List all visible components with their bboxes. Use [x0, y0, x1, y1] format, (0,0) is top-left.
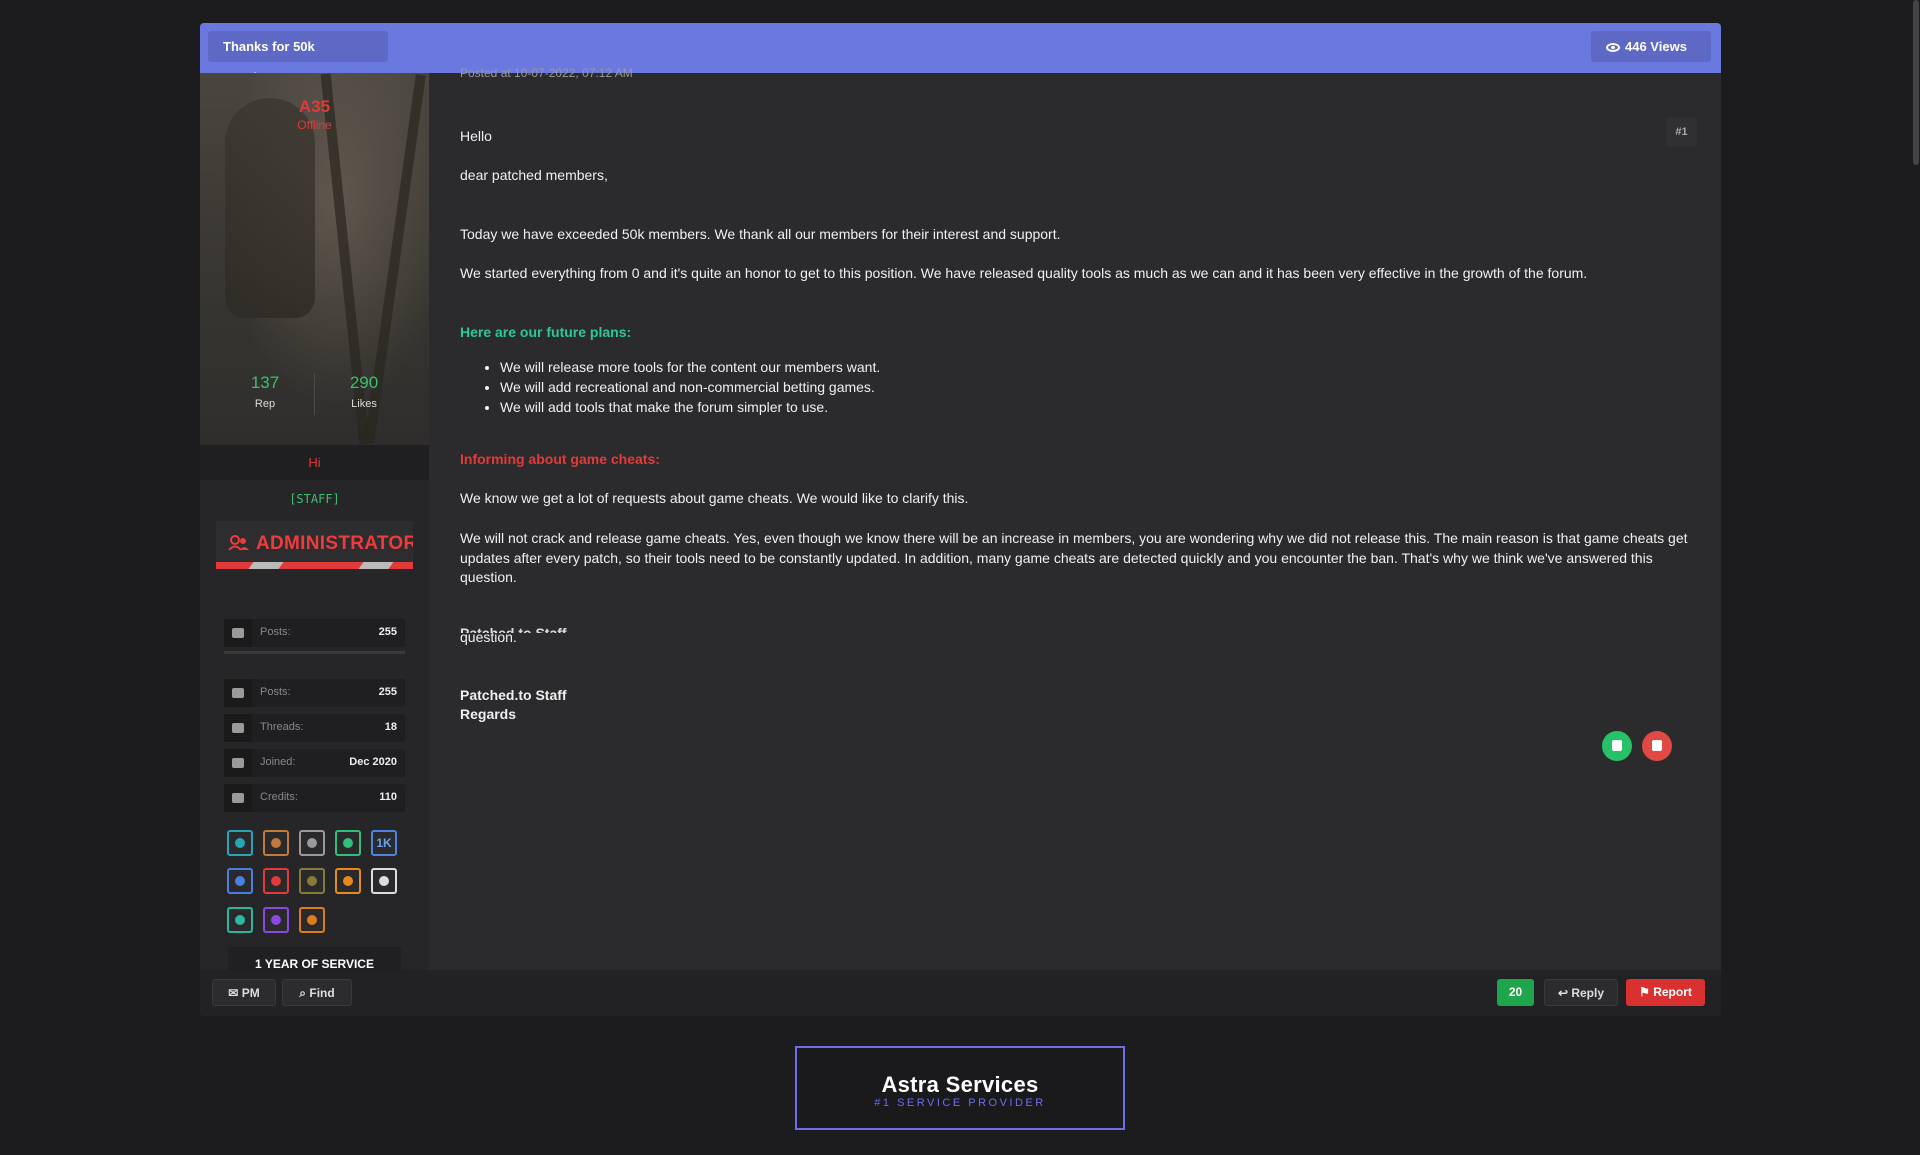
pm-button[interactable]: ✉ PM	[212, 979, 276, 1006]
award-badge[interactable]	[335, 830, 361, 856]
award-badge[interactable]	[299, 868, 325, 894]
cheats-heading: Informing about game cheats:	[460, 451, 660, 467]
crown-red-icon	[271, 876, 281, 886]
folder-icon	[224, 714, 252, 742]
search-icon: ⌕	[299, 986, 310, 1000]
comments-icon	[224, 619, 252, 647]
likes-value: 290	[349, 373, 379, 392]
info-row-threads: Threads: 18	[224, 714, 405, 742]
rank-banner: ADMINISTRATOR	[216, 521, 413, 569]
award-badge[interactable]	[263, 907, 289, 933]
award-badge[interactable]: 1K	[371, 830, 397, 856]
award-badge[interactable]	[227, 907, 253, 933]
list-item: We will add tools that make the forum si…	[500, 397, 880, 417]
keyboard-icon	[235, 876, 245, 886]
coins-icon	[224, 784, 252, 812]
rep-stat[interactable]: 137 Rep	[215, 373, 315, 410]
advertisement-banner[interactable]: Astra Services #1 SERVICE PROVIDER	[795, 1046, 1125, 1130]
info-label: Joined:	[260, 756, 296, 768]
info-row-posts: Posts: 255	[224, 619, 405, 647]
pin-icon	[343, 838, 353, 848]
moon-icon	[307, 838, 317, 848]
online-status: Offline	[297, 118, 332, 132]
info-divider	[224, 651, 405, 654]
find-button[interactable]: ⌕ Find	[282, 979, 352, 1006]
sign-in-icon	[224, 749, 252, 777]
find-label: Find	[309, 986, 335, 1000]
dislike-button[interactable]	[1642, 731, 1672, 761]
user-greeting: Hi	[200, 445, 429, 480]
banner-stripe-accent	[358, 562, 394, 569]
thread-title[interactable]: Thanks for 50k members!	[208, 31, 388, 85]
signature-line: Patched.to Staff	[460, 687, 567, 703]
rep-label: Rep	[254, 398, 276, 410]
greeting-line: Hello	[460, 128, 492, 144]
username[interactable]: A35	[200, 97, 429, 117]
users-icon	[228, 535, 249, 551]
post-number[interactable]: #1	[1666, 117, 1697, 147]
info-label: Posts:	[260, 626, 291, 638]
crown-gold-icon	[307, 876, 317, 886]
globe-icon	[235, 838, 245, 848]
group-tag: [STAFF]	[289, 492, 340, 506]
award-badge[interactable]	[371, 868, 397, 894]
plans-list: We will release more tools for the conte…	[460, 357, 880, 417]
plans-heading: Here are our future plans:	[460, 324, 632, 340]
info-row-credits: Credits: 110	[224, 784, 405, 812]
award-badge[interactable]	[227, 868, 253, 894]
author-sidebar: A35 Offline 137 Rep 290 Likes Hi [STAFF]…	[200, 73, 429, 981]
map-pin-icon	[235, 915, 245, 925]
overlapping-text: question.	[460, 629, 517, 645]
pm-label: PM	[241, 986, 260, 1000]
thumbs-up-icon	[1612, 740, 1622, 751]
snowman-icon	[379, 876, 389, 886]
award-badge[interactable]	[227, 830, 253, 856]
campfire-icon	[307, 915, 317, 925]
gift-icon	[271, 915, 281, 925]
award-badge[interactable]	[299, 830, 325, 856]
info-row-joined: Joined: Dec 2020	[224, 749, 405, 777]
award-badge[interactable]	[263, 830, 289, 856]
paragraph: Today we have exceeded 50k members. We t…	[460, 226, 1061, 242]
info-value: 255	[378, 626, 397, 638]
info-value: 255	[378, 686, 397, 698]
info-label: Threads:	[260, 721, 304, 733]
signature-line: Regards	[460, 706, 517, 722]
info-value: 18	[384, 721, 397, 733]
rank-banner-label: ADMINISTRATOR	[256, 533, 413, 554]
info-label: Posts:	[260, 686, 291, 698]
shield-icon	[271, 838, 281, 848]
like-button[interactable]	[1602, 731, 1632, 761]
comments-icon: ✉	[228, 986, 242, 1000]
comments-icon	[224, 679, 252, 707]
thumbs-down-icon	[1652, 740, 1662, 751]
likes-label: Likes	[351, 398, 377, 410]
award-badge[interactable]	[335, 868, 361, 894]
rep-value: 137	[250, 373, 280, 392]
scrollbar[interactable]	[1912, 0, 1920, 1155]
scrollbar-thumb[interactable]	[1913, 0, 1919, 165]
post-date: Posted at 10-07-2022, 07:12 AM	[460, 66, 633, 80]
paragraph: We know we get a lot of requests about g…	[460, 490, 969, 506]
info-row-posts: Posts: 255	[224, 679, 405, 707]
likes-stat[interactable]: 290 Likes	[314, 373, 414, 410]
info-value: Dec 2020	[349, 756, 397, 768]
salutation-line: dear patched members,	[460, 167, 608, 183]
award-badge[interactable]	[263, 868, 289, 894]
info-value: 110	[379, 791, 397, 803]
list-item: We will add recreational and non-commerc…	[500, 377, 880, 397]
paragraph: We started everything from 0 and it's qu…	[460, 265, 1588, 281]
paragraph: We will not crack and release game cheat…	[460, 530, 1688, 585]
ad-subtitle: #1 SERVICE PROVIDER	[874, 1097, 1046, 1109]
list-item: We will release more tools for the conte…	[500, 357, 880, 377]
ad-title: Astra Services	[881, 1072, 1039, 1097]
post-body: Posted at 10-07-2022, 07:12 AM Hello dea…	[460, 0, 1700, 1000]
banner-stripe-accent	[248, 562, 284, 569]
pumpkin-icon	[343, 876, 353, 886]
info-label: Credits:	[260, 791, 298, 803]
award-badge[interactable]	[299, 907, 325, 933]
